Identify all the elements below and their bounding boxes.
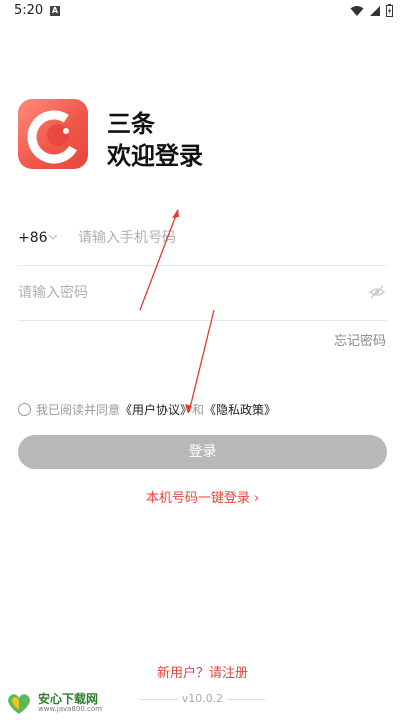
login-button[interactable]: 登录 (18, 435, 387, 469)
agreement-and: 和 (192, 402, 205, 417)
privacy-policy-link[interactable]: 《隐私政策》 (204, 401, 276, 418)
agreement-checkbox[interactable] (18, 402, 31, 416)
battery-icon (386, 4, 393, 17)
signal-icon (370, 5, 380, 16)
status-icons (350, 4, 393, 17)
watermark: 安心下载网 www.java800.com (4, 690, 114, 716)
brand-name: 三条 (107, 110, 155, 138)
password-row (18, 267, 387, 321)
annotation-arrow-2 (185, 309, 215, 414)
agreement-row: 我已阅读并同意 《用户协议》 和 《隐私政策》 (18, 400, 276, 418)
status-bar: 5:20 A (0, 0, 405, 24)
password-input[interactable] (18, 281, 348, 305)
eye-off-icon[interactable] (369, 284, 385, 300)
agreement-prefix: 我已阅读并同意 (36, 402, 121, 417)
forgot-password-link[interactable]: 忘记密码 (334, 330, 386, 349)
status-time: 5:20 (14, 3, 44, 18)
chevron-down-icon[interactable] (47, 231, 59, 243)
wifi-icon (350, 5, 364, 16)
welcome-title: 欢迎登录 (107, 142, 203, 170)
phone-row: +86 (18, 212, 387, 266)
logo-mark-icon (27, 110, 81, 164)
phone-input[interactable] (78, 226, 378, 250)
onekey-login-link[interactable]: 本机号码一键登录 › (0, 487, 405, 506)
notification-a-icon: A (50, 6, 60, 16)
app-logo (18, 99, 88, 169)
register-link[interactable]: 新用户？请注册 (0, 662, 405, 681)
watermark-url: www.java800.com (38, 705, 102, 713)
country-code-selector[interactable]: +86 (18, 230, 48, 246)
user-agreement-link[interactable]: 《用户协议》 (120, 401, 192, 418)
divider (227, 699, 265, 700)
watermark-logo-icon (8, 694, 30, 714)
